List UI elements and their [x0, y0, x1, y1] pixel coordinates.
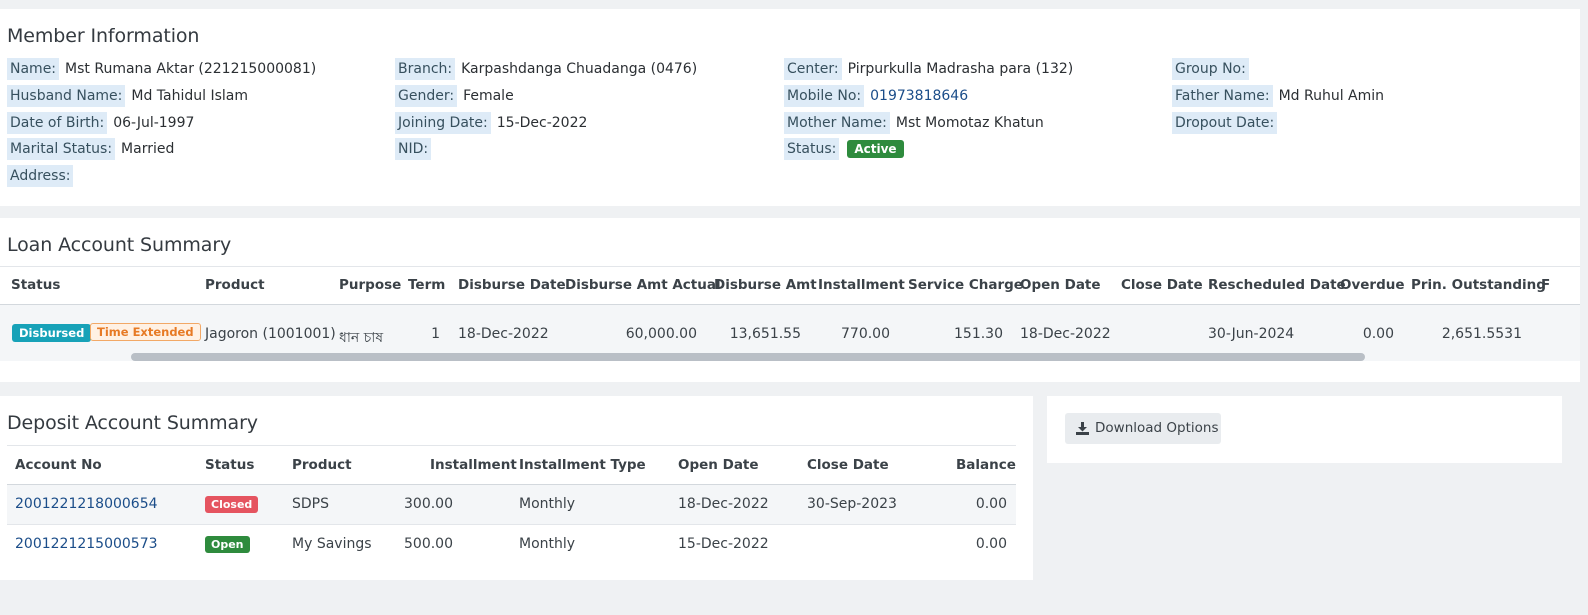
- member-address-field: Address:: [7, 165, 79, 187]
- member-dropout-field: Dropout Date:: [1172, 112, 1283, 134]
- status-badge: Active: [847, 140, 904, 158]
- mobile-link[interactable]: 01973818646: [870, 88, 968, 104]
- loan-account-summary-card: Loan Account Summary Status Product Purp…: [0, 218, 1580, 382]
- disbursed-badge: Disbursed: [12, 324, 92, 342]
- loan-header-disburse-date: Disburse Date: [458, 277, 566, 293]
- member-group-field: Group No:: [1172, 58, 1255, 80]
- loan-header-product: Product: [205, 277, 265, 293]
- deposit-header-status: Status: [205, 457, 255, 473]
- member-nid-field: NID:: [395, 138, 437, 160]
- loan-header-prin-outstanding: Prin. Outstanding: [1411, 277, 1546, 293]
- loan-header-status: Status: [11, 277, 61, 293]
- member-dob-field: Date of Birth: 06-Jul-1997: [7, 112, 194, 134]
- deposit-product: My Savings: [292, 536, 372, 552]
- download-options-button[interactable]: Download Options: [1065, 413, 1221, 444]
- loan-open-date: 18-Dec-2022: [1020, 326, 1111, 342]
- loan-header-disburse-amt: Disburse Amt: [714, 277, 817, 293]
- time-extended-badge: Time Extended: [90, 323, 201, 341]
- member-name-field: Name: Mst Rumana Aktar (221215000081): [7, 58, 316, 80]
- deposit-open-date: 18-Dec-2022: [678, 496, 769, 512]
- horizontal-scrollbar[interactable]: [131, 353, 1365, 361]
- loan-header-rescheduled-date: Rescheduled Date: [1208, 277, 1346, 293]
- loan-header-disburse-amt-actual: Disburse Amt Actual: [565, 277, 721, 293]
- loan-header-purpose: Purpose: [339, 277, 402, 293]
- loan-service-charge: 151.30: [954, 326, 1003, 342]
- loan-rescheduled-date: 30-Jun-2024: [1208, 326, 1295, 342]
- member-gender-field: Gender: Female: [395, 85, 514, 107]
- member-center-field: Center: Pirpurkulla Madrasha para (132): [784, 58, 1073, 80]
- open-badge: Open: [205, 536, 250, 553]
- deposit-close-date: 30-Sep-2023: [807, 496, 897, 512]
- deposit-installment-type: Monthly: [519, 536, 576, 552]
- deposit-balance: 0.00: [975, 496, 1007, 512]
- loan-summary-title: Loan Account Summary: [7, 234, 232, 256]
- loan-prin-outstanding: 2,651.5531: [1441, 326, 1522, 342]
- deposit-account-summary-card: Deposit Account Summary Account No Statu…: [0, 396, 1033, 580]
- account-number-link[interactable]: 2001221215000573: [15, 536, 158, 552]
- loan-installment: 770.00: [841, 326, 890, 342]
- deposit-summary-title: Deposit Account Summary: [7, 412, 258, 434]
- member-father-field: Father Name: Md Ruhul Amin: [1172, 85, 1384, 107]
- member-marital-field: Marital Status: Married: [7, 138, 174, 160]
- loan-header-cut-off: F: [1541, 277, 1551, 293]
- deposit-header-close-date: Close Date: [807, 457, 889, 473]
- download-icon: [1076, 422, 1089, 435]
- loan-header-open-date: Open Date: [1020, 277, 1101, 293]
- deposit-header-installment: Installment: [430, 457, 517, 473]
- member-information-card: Member Information Name: Mst Rumana Aktar…: [0, 9, 1580, 206]
- loan-header-service-charge: Service Charge: [908, 277, 1023, 293]
- loan-disburse-amt-actual: 60,000.00: [625, 326, 697, 342]
- loan-header-close-date: Close Date: [1121, 277, 1203, 293]
- member-information-title: Member Information: [7, 25, 200, 47]
- closed-badge: Closed: [205, 496, 259, 513]
- deposit-header-open-date: Open Date: [678, 457, 759, 473]
- download-card: Download Options: [1047, 396, 1562, 463]
- deposit-header-product: Product: [292, 457, 352, 473]
- loan-overdue: 0.00: [1362, 326, 1394, 342]
- loan-header-installment: Installment: [818, 277, 905, 293]
- loan-disburse-amt: 13,651.55: [729, 326, 801, 342]
- deposit-product: SDPS: [292, 496, 329, 512]
- deposit-installment: 300.00: [404, 496, 453, 512]
- loan-product: Jagoron (1001001): [205, 326, 336, 342]
- loan-header-term: Term: [408, 277, 446, 293]
- member-joining-field: Joining Date: 15-Dec-2022: [395, 112, 587, 134]
- deposit-header-balance: Balance: [956, 457, 1016, 473]
- divider: [0, 266, 1580, 267]
- loan-header-overdue: Overdue: [1340, 277, 1405, 293]
- member-status-field: Status: Active: [784, 138, 904, 160]
- member-branch-field: Branch: Karpashdanga Chuadanga (0476): [395, 58, 697, 80]
- loan-term: 1: [431, 326, 440, 342]
- account-number-link[interactable]: 2001221218000654: [15, 496, 158, 512]
- download-options-label: Download Options: [1095, 420, 1219, 436]
- deposit-installment-type: Monthly: [519, 496, 576, 512]
- deposit-header-installment-type: Installment Type: [519, 457, 646, 473]
- loan-purpose: ধান চাষ: [339, 330, 384, 346]
- deposit-header-account-no: Account No: [15, 457, 102, 473]
- deposit-installment: 500.00: [404, 536, 453, 552]
- member-mobile-field: Mobile No: 01973818646: [784, 85, 968, 107]
- member-husband-field: Husband Name: Md Tahidul Islam: [7, 85, 248, 107]
- divider: [7, 445, 1016, 446]
- deposit-open-date: 15-Dec-2022: [678, 536, 769, 552]
- member-mother-field: Mother Name: Mst Momotaz Khatun: [784, 112, 1044, 134]
- deposit-balance: 0.00: [975, 536, 1007, 552]
- loan-disburse-date: 18-Dec-2022: [458, 326, 549, 342]
